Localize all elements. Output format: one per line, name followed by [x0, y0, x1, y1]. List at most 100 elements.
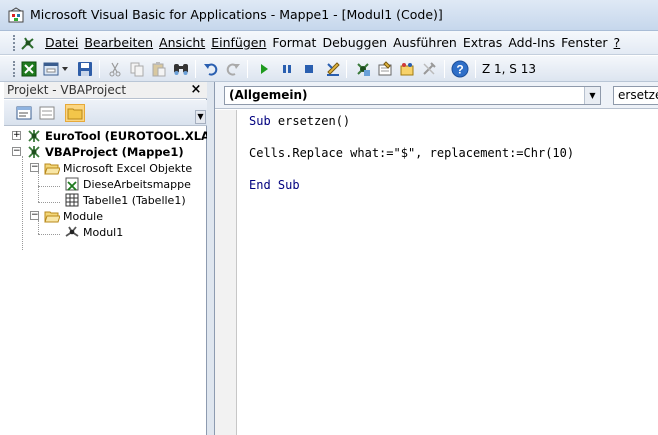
project-panel-toolbar: ▼ [4, 100, 207, 126]
code-line[interactable]: End Sub [249, 178, 300, 194]
tree-label: Modul1 [83, 225, 124, 239]
tree-node-sheet1[interactable]: Tabelle1 (Tabelle1) [64, 192, 186, 208]
tree-node-eurotool[interactable]: + EuroTool (EUROTOOL.XLAM) [12, 128, 227, 144]
expand-icon[interactable]: + [12, 131, 21, 140]
code-margin-bar[interactable] [215, 110, 237, 435]
cut-icon[interactable] [106, 60, 124, 78]
code-line[interactable]: Cells.Replace what:="$", replacement:=Ch… [249, 146, 574, 162]
menu-datei[interactable]: Datei [45, 35, 84, 50]
panel-splitter[interactable] [207, 82, 214, 435]
toolbar-separator [346, 60, 347, 78]
toolbar-separator [475, 60, 476, 78]
toolbar-separator [195, 60, 196, 78]
vba-project-icon [26, 128, 42, 144]
menu-help[interactable]: ? [614, 35, 627, 50]
menubar-grip[interactable] [13, 35, 16, 51]
save-icon[interactable] [76, 60, 94, 78]
tree-connector [38, 234, 60, 235]
paste-icon[interactable] [150, 60, 168, 78]
close-icon[interactable]: × [189, 83, 203, 97]
project-panel-title: Projekt - VBAProject [7, 83, 127, 97]
code-window: (Allgemein) ▼ ersetzen Sub ersetzen() Ce… [214, 82, 658, 435]
insert-userform-icon[interactable] [42, 60, 60, 78]
collapse-icon[interactable]: − [30, 211, 39, 220]
tree-connector [22, 156, 23, 250]
code-text: ersetzen() [270, 114, 351, 128]
standard-toolbar: ? Z 1, S 13 [0, 56, 658, 82]
svg-text:?: ? [456, 63, 463, 77]
tree-node-excel-objects[interactable]: − Microsoft Excel Objekte [30, 160, 192, 176]
folder-open-icon [44, 160, 60, 176]
object-combobox[interactable]: (Allgemein) ▼ [224, 86, 601, 105]
tree-connector [38, 186, 60, 187]
vba-menu-icon[interactable] [19, 34, 37, 52]
break-icon[interactable] [278, 60, 296, 78]
menu-debuggen[interactable]: Debuggen [322, 35, 393, 50]
collapse-icon[interactable]: − [30, 163, 39, 172]
tree-label: Tabelle1 (Tabelle1) [83, 193, 186, 207]
toolbox-icon[interactable] [420, 60, 438, 78]
chevron-down-icon[interactable]: ▼ [584, 87, 600, 104]
code-keyword: End Sub [249, 178, 300, 192]
menu-ausfuehren[interactable]: Ausführen [393, 35, 463, 50]
object-combo-value: (Allgemein) [229, 88, 308, 102]
code-line[interactable]: Sub ersetzen() [249, 114, 350, 130]
code-keyword: Sub [249, 114, 271, 128]
tree-label: Microsoft Excel Objekte [63, 161, 193, 175]
menu-einfuegen[interactable]: Einfügen [211, 35, 272, 50]
title-bar: Microsoft Visual Basic for Applications … [0, 0, 658, 31]
project-panel-header: Projekt - VBAProject × [4, 82, 207, 99]
tree-connector [38, 172, 39, 202]
vba-project-icon [26, 144, 42, 160]
tree-label: VBAProject (Mappe1) [45, 145, 184, 159]
tree-label: DieseArbeitsmappe [83, 177, 191, 191]
help-icon[interactable]: ? [451, 60, 469, 78]
tree-label: EuroTool (EUROTOOL.XLAM) [45, 129, 227, 143]
menu-extras[interactable]: Extras [463, 35, 509, 50]
insert-dropdown-icon[interactable] [61, 60, 69, 78]
vba-app-icon [8, 7, 24, 23]
view-code-icon[interactable] [14, 104, 34, 122]
procedure-combo-value: ersetzen [618, 88, 658, 102]
project-explorer-panel: Projekt - VBAProject × ▼ + EuroTool (EUR… [4, 82, 227, 435]
menu-items: Datei Bearbeiten Ansicht Einfügen Format… [45, 35, 626, 50]
tree-node-vbaproject[interactable]: − VBAProject (Mappe1) [12, 144, 184, 160]
toolbar-separator [444, 60, 445, 78]
find-icon[interactable] [172, 60, 190, 78]
menu-add-ins[interactable]: Add-Ins [508, 35, 561, 50]
procedure-combobox[interactable]: ersetzen [613, 86, 658, 105]
excel-icon[interactable] [20, 60, 38, 78]
copy-icon[interactable] [128, 60, 146, 78]
folder-open-icon [44, 208, 60, 224]
menu-fenster[interactable]: Fenster [561, 35, 613, 50]
view-object-icon[interactable] [37, 104, 57, 122]
workbook-icon [64, 176, 80, 192]
reset-icon[interactable] [300, 60, 318, 78]
tree-node-workbook[interactable]: DieseArbeitsmappe [64, 176, 191, 192]
project-explorer-icon[interactable] [354, 60, 372, 78]
toolbar-separator [99, 60, 100, 78]
collapse-icon[interactable]: − [12, 147, 21, 156]
toggle-folders-icon[interactable] [65, 104, 85, 122]
object-browser-icon[interactable] [398, 60, 416, 78]
design-mode-icon[interactable] [324, 60, 342, 78]
menu-bar: Datei Bearbeiten Ansicht Einfügen Format… [0, 31, 658, 55]
redo-icon[interactable] [224, 60, 242, 78]
tree-node-modules[interactable]: − Module [30, 208, 103, 224]
code-window-header: (Allgemein) ▼ ersetzen [215, 82, 658, 109]
panel-toolbar-more[interactable]: ▼ [195, 110, 206, 124]
undo-icon[interactable] [202, 60, 220, 78]
menu-ansicht[interactable]: Ansicht [159, 35, 211, 50]
tree-connector [38, 202, 60, 203]
menu-bearbeiten[interactable]: Bearbeiten [84, 35, 159, 50]
toolbar-separator [247, 60, 248, 78]
properties-icon[interactable] [376, 60, 394, 78]
menu-format[interactable]: Format [272, 35, 322, 50]
window-title: Microsoft Visual Basic for Applications … [30, 7, 443, 22]
tree-node-module1[interactable]: Modul1 [64, 224, 123, 240]
code-text: Cells.Replace what:="$", replacement:=Ch… [249, 146, 575, 160]
run-icon[interactable] [255, 60, 273, 78]
cursor-position: Z 1, S 13 [482, 62, 536, 76]
worksheet-icon [64, 192, 80, 208]
toolbar-grip[interactable] [13, 61, 16, 77]
